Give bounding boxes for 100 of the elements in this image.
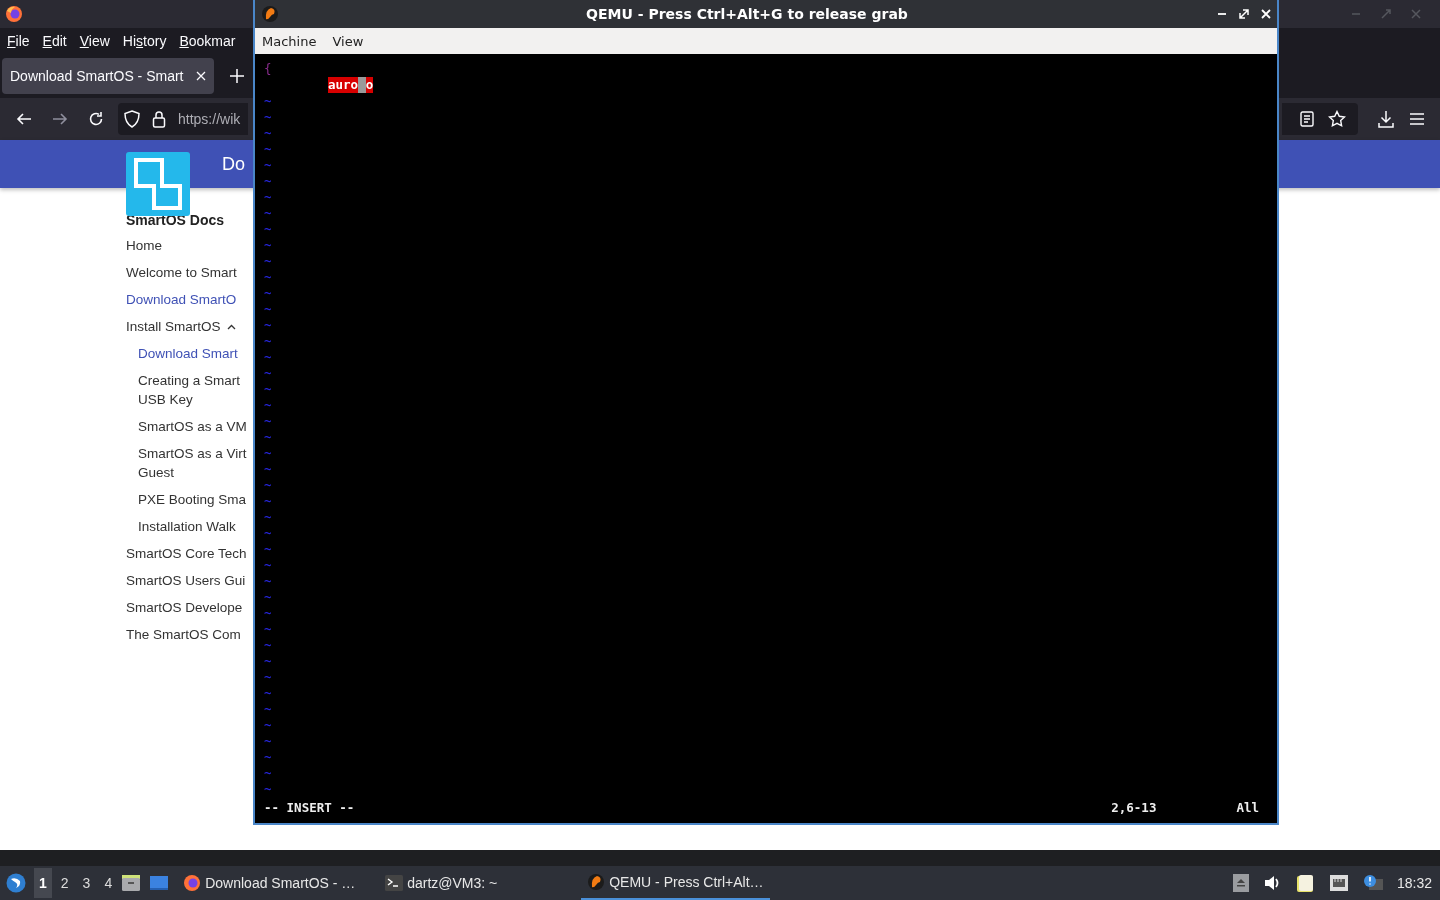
empty-line-marker: ~ <box>264 637 272 653</box>
workspace-button[interactable]: 3 <box>77 868 96 898</box>
empty-line-marker: ~ <box>264 653 272 669</box>
empty-line-marker: ~ <box>264 541 272 557</box>
nav-link[interactable]: Home <box>126 236 162 255</box>
empty-line-marker: ~ <box>264 205 272 221</box>
caret-icon[interactable] <box>226 323 236 330</box>
empty-line-marker: ~ <box>264 605 272 621</box>
notification-icon[interactable] <box>1362 874 1383 892</box>
empty-line-marker: ~ <box>264 445 272 461</box>
address-bar[interactable]: https://wik <box>118 103 248 135</box>
empty-line-marker: ~ <box>264 397 272 413</box>
page-title: Do <box>222 153 245 175</box>
menu-item[interactable]: History <box>122 33 167 49</box>
empty-line-marker: ~ <box>264 765 272 781</box>
nav-link[interactable]: Download Smart <box>138 344 238 363</box>
url-text: https://wik <box>178 111 241 127</box>
reload-icon[interactable] <box>88 111 104 127</box>
cursor-position: 2,6-13 <box>1111 800 1157 816</box>
misspelled-word: auro o <box>328 77 374 93</box>
empty-line-marker: ~ <box>264 685 272 701</box>
empty-line-marker: ~ <box>264 525 272 541</box>
menu-item[interactable]: Edit <box>42 33 67 49</box>
empty-line-marker: ~ <box>264 573 272 589</box>
nav-link[interactable]: Download SmartO <box>126 290 237 309</box>
eject-icon[interactable] <box>1232 874 1249 892</box>
desktop-icon[interactable] <box>149 874 170 892</box>
empty-line-marker: ~ <box>264 109 272 125</box>
volume-icon[interactable] <box>1262 874 1281 892</box>
browser-tab[interactable]: Download SmartOS - Smart <box>2 58 214 94</box>
shield-icon <box>124 110 140 128</box>
empty-line-marker: ~ <box>264 589 272 605</box>
download-icon[interactable] <box>1378 110 1394 128</box>
firefox-icon <box>183 874 202 892</box>
nav-link[interactable]: SmartOS as a VM <box>138 417 247 436</box>
file-manager-icon[interactable] <box>121 874 142 892</box>
network-icon[interactable] <box>1328 874 1349 892</box>
empty-line-marker: ~ <box>264 781 272 797</box>
empty-line-marker: ~ <box>264 413 272 429</box>
lock-icon <box>152 110 166 128</box>
empty-line-marker: ~ <box>264 285 272 301</box>
back-icon[interactable] <box>16 111 32 127</box>
empty-line-marker: ~ <box>264 125 272 141</box>
menu-item[interactable]: View <box>79 33 110 49</box>
empty-line-marker: ~ <box>264 669 272 685</box>
menu-item[interactable]: File <box>7 33 30 49</box>
taskbar-button[interactable]: Download SmartOS - … <box>177 866 366 900</box>
empty-line-marker: ~ <box>264 461 272 477</box>
menu-icon[interactable] <box>1410 113 1424 125</box>
nav-link[interactable]: SmartOS Core Tech <box>126 544 247 563</box>
nav-link[interactable]: The SmartOS Com <box>126 625 241 644</box>
empty-line-marker: ~ <box>264 477 272 493</box>
new-tab-icon[interactable] <box>230 69 244 83</box>
empty-line-marker: ~ <box>264 157 272 173</box>
empty-line-marker: ~ <box>264 269 272 285</box>
terminal-icon <box>385 874 404 892</box>
text-cursor <box>358 77 366 93</box>
nav-link[interactable]: Creating a Smart USB Key <box>138 371 241 409</box>
qemu-icon <box>261 5 279 23</box>
scroll-position: All <box>1236 800 1259 816</box>
empty-line-marker: ~ <box>264 509 272 525</box>
empty-line-marker: ~ <box>264 189 272 205</box>
qemu-icon <box>587 873 606 891</box>
empty-line-marker: ~ <box>264 301 272 317</box>
editor-text: { <box>264 61 272 77</box>
address-bar[interactable] <box>1282 103 1358 135</box>
workspace-button[interactable]: 2 <box>55 868 74 898</box>
nav-link[interactable]: Install SmartOS <box>126 317 221 336</box>
menu-item[interactable]: Machine <box>262 33 317 49</box>
empty-line-marker: ~ <box>264 173 272 189</box>
empty-line-marker: ~ <box>264 733 272 749</box>
nav-link[interactable]: SmartOS as a Virt Guest <box>138 444 247 482</box>
workspace-button[interactable]: 4 <box>99 868 118 898</box>
empty-line-marker: ~ <box>264 749 272 765</box>
nav-link[interactable]: PXE Booting Sma <box>138 490 247 509</box>
tab-title: Download SmartOS - Smart <box>10 68 185 84</box>
empty-line-marker: ~ <box>264 333 272 349</box>
workspace-button[interactable]: 1 <box>34 868 52 898</box>
empty-line-marker: ~ <box>264 621 272 637</box>
clipboard-icon[interactable] <box>1294 873 1315 893</box>
empty-line-marker: ~ <box>264 381 272 397</box>
nav-link[interactable]: SmartOS Develope <box>126 598 243 617</box>
nav-link[interactable]: Welcome to Smart <box>126 263 237 282</box>
nav-link[interactable]: Installation Walk <box>138 517 236 536</box>
nav-link[interactable]: SmartOS Users Gui <box>126 571 246 590</box>
start-menu-icon[interactable] <box>6 873 26 893</box>
empty-line-marker: ~ <box>264 701 272 717</box>
window-title: QEMU - Press Ctrl+Alt+G to release grab <box>585 6 909 22</box>
taskbar-button[interactable]: QEMU - Press Ctrl+Alt… <box>581 866 770 900</box>
empty-line-marker: ~ <box>264 237 272 253</box>
empty-line-marker: ~ <box>264 717 272 733</box>
empty-line-marker: ~ <box>264 141 272 157</box>
empty-line-marker: ~ <box>264 93 272 109</box>
reader-view-icon[interactable] <box>1300 111 1314 127</box>
menu-item[interactable]: Bookmar <box>179 33 236 49</box>
empty-line-marker: ~ <box>264 349 272 365</box>
empty-line-marker: ~ <box>264 493 272 509</box>
star-icon[interactable] <box>1328 110 1346 128</box>
taskbar-button[interactable]: dartz@VM3: ~ <box>379 866 568 900</box>
menu-item[interactable]: View <box>332 33 364 49</box>
